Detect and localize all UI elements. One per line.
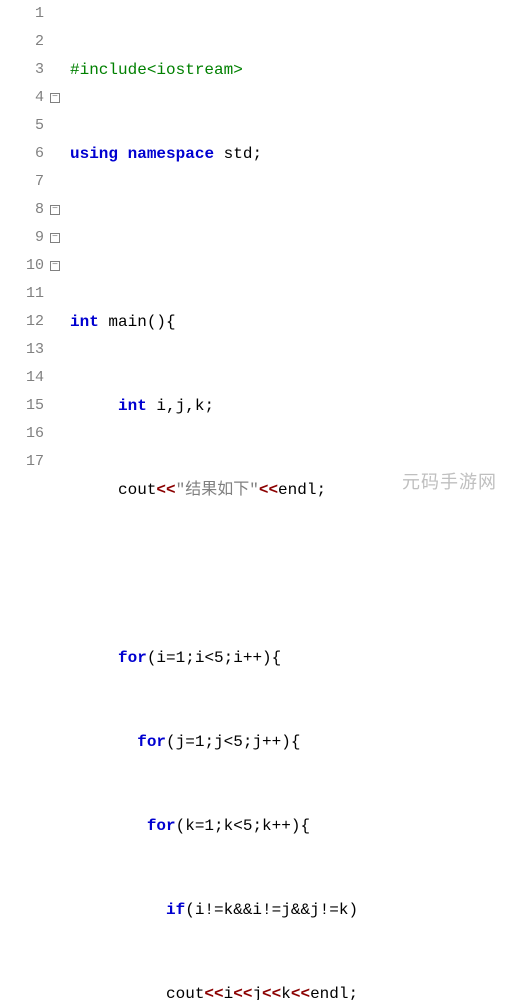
code-line: [70, 224, 358, 252]
code-line: for(k=1;k<5;k++){: [70, 812, 358, 840]
code-line: int main(){: [70, 308, 358, 336]
if-condition: (i!=k&&i!=j&&j!=k): [185, 901, 358, 919]
line-number: 9: [0, 224, 44, 252]
line-number: 17: [0, 448, 44, 476]
operator-insert: <<: [262, 985, 281, 1000]
indent: [70, 901, 166, 919]
semicolon: ;: [348, 985, 358, 1000]
identifier: std: [214, 145, 252, 163]
fold-toggle[interactable]: −: [48, 252, 62, 280]
keyword-for: for: [118, 649, 147, 667]
line-number: 4: [0, 84, 44, 112]
code-line: if(i!=k&&i!=j&&j!=k): [70, 896, 358, 924]
identifier: i: [224, 985, 234, 1000]
for-condition: (k=1;k<5;k++): [176, 817, 301, 835]
fold-toggle[interactable]: −: [48, 196, 62, 224]
keyword-int: int: [118, 397, 147, 415]
code-area[interactable]: #include<iostream> using namespace std; …: [62, 0, 358, 500]
declarators: i,j,k;: [147, 397, 214, 415]
line-number: 16: [0, 420, 44, 448]
line-number: 6: [0, 140, 44, 168]
brace-open: {: [166, 313, 176, 331]
code-line: for(j=1;j<5;j++){: [70, 728, 358, 756]
preprocessor: #include<iostream>: [70, 61, 243, 79]
keyword-for: for: [147, 817, 176, 835]
code-editor: 1 2 3 4 5 6 7 8 9 10 11 12 13 14 15 16 1…: [0, 0, 505, 500]
brace-open: {: [291, 733, 301, 751]
line-number: 10: [0, 252, 44, 280]
keyword-namespace: namespace: [128, 145, 214, 163]
code-line: #include<iostream>: [70, 56, 358, 84]
indent: [70, 481, 118, 499]
minus-icon: −: [50, 233, 60, 243]
fold-toggle[interactable]: −: [48, 84, 62, 112]
identifier: j: [252, 985, 262, 1000]
line-number-gutter: 1 2 3 4 5 6 7 8 9 10 11 12 13 14 15 16 1…: [0, 0, 48, 500]
line-number: 8: [0, 196, 44, 224]
code-line: using namespace std;: [70, 140, 358, 168]
operator-insert: <<: [233, 985, 252, 1000]
identifier-main: main: [99, 313, 147, 331]
keyword-for: for: [137, 733, 166, 751]
identifier-endl: endl: [310, 985, 348, 1000]
line-number: 13: [0, 336, 44, 364]
minus-icon: −: [50, 261, 60, 271]
identifier: k: [281, 985, 291, 1000]
line-number: 15: [0, 392, 44, 420]
semicolon: ;: [316, 481, 326, 499]
operator-insert: <<: [156, 481, 175, 499]
brace-open: {: [300, 817, 310, 835]
line-number: 5: [0, 112, 44, 140]
identifier-endl: endl: [278, 481, 316, 499]
line-number: 7: [0, 168, 44, 196]
identifier-cout: cout: [118, 481, 156, 499]
operator-insert: <<: [291, 985, 310, 1000]
indent: [70, 817, 147, 835]
line-number: 1: [0, 0, 44, 28]
watermark-text: 元码手游网: [402, 468, 497, 494]
indent: [70, 985, 166, 1000]
code-line: int i,j,k;: [70, 392, 358, 420]
for-condition: (i=1;i<5;i++): [147, 649, 272, 667]
operator-insert: <<: [204, 985, 223, 1000]
string-literal: "结果如下": [176, 481, 259, 499]
minus-icon: −: [50, 93, 60, 103]
line-number: 2: [0, 28, 44, 56]
indent: [70, 397, 118, 415]
code-line: [70, 560, 358, 588]
line-number: 14: [0, 364, 44, 392]
indent: [70, 733, 137, 751]
for-condition: (j=1;j<5;j++): [166, 733, 291, 751]
semicolon: ;: [252, 145, 262, 163]
parens: (): [147, 313, 166, 331]
line-number: 3: [0, 56, 44, 84]
operator-insert: <<: [259, 481, 278, 499]
identifier-cout: cout: [166, 985, 204, 1000]
indent: [70, 649, 118, 667]
keyword-int: int: [70, 313, 99, 331]
keyword-if: if: [166, 901, 185, 919]
code-line: for(i=1;i<5;i++){: [70, 644, 358, 672]
line-number: 11: [0, 280, 44, 308]
fold-column: − − − −: [48, 0, 62, 500]
minus-icon: −: [50, 205, 60, 215]
line-number: 12: [0, 308, 44, 336]
brace-open: {: [272, 649, 282, 667]
fold-toggle[interactable]: −: [48, 224, 62, 252]
code-line: cout<<i<<j<<k<<endl;: [70, 980, 358, 1000]
keyword-using: using: [70, 145, 118, 163]
